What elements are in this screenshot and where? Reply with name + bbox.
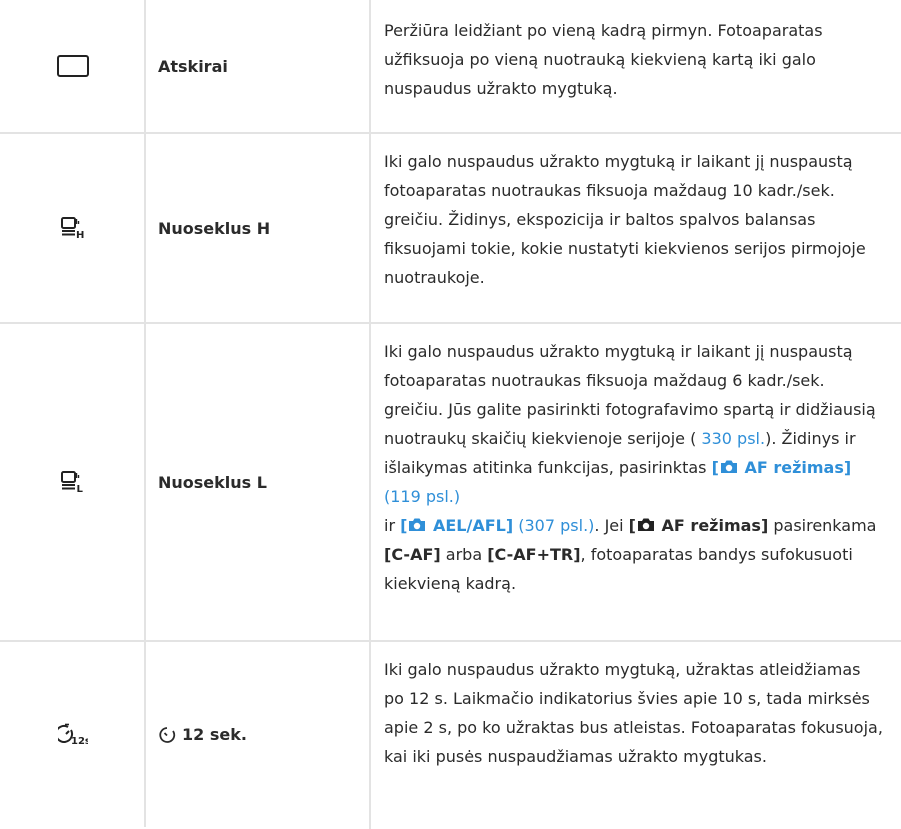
- mode-name-text: 12 sek.: [182, 725, 247, 744]
- mode-name: Atskirai: [158, 56, 228, 76]
- ael-afl-ref[interactable]: [ AEL/AFL]: [400, 516, 513, 535]
- mode-description: Iki galo nuspaudus užrakto mygtuką ir la…: [384, 147, 884, 292]
- single-frame-icon: [0, 0, 145, 132]
- page-link[interactable]: (307 psl.): [513, 516, 594, 535]
- af-mode-ref[interactable]: [ AF režimas]: [712, 458, 852, 477]
- table-row: L Nuoseklus L Iki galo nuspaudus užrakto…: [0, 322, 901, 640]
- option-caf: [C-AF]: [384, 545, 441, 564]
- svg-text:L: L: [76, 484, 83, 493]
- mode-name: Nuoseklus L: [158, 472, 267, 492]
- mode-name: 12 sek.: [158, 642, 247, 827]
- page-link[interactable]: (119 psl.): [384, 487, 460, 506]
- timer-icon: [159, 726, 176, 743]
- description-text: Peržiūra leidžiant po vieną kadrą pirmyn…: [384, 21, 823, 98]
- description-text: Iki galo nuspaudus užrakto mygtuką, užra…: [384, 660, 883, 766]
- mode-description: Iki galo nuspaudus užrakto mygtuką, užra…: [384, 655, 884, 771]
- sequential-l-icon: L: [0, 324, 145, 640]
- svg-text:H: H: [76, 230, 84, 239]
- option-caf-tr: [C-AF+TR]: [487, 545, 581, 564]
- camera-icon: [637, 518, 654, 531]
- mode-description: Iki galo nuspaudus užrakto mygtuką ir la…: [384, 337, 884, 598]
- mode-description: Peržiūra leidžiant po vieną kadrą pirmyn…: [384, 16, 884, 103]
- table-row: H Nuoseklus H Iki galo nuspaudus užrakto…: [0, 132, 901, 322]
- svg-text:12s: 12s: [71, 736, 88, 747]
- camera-icon: [720, 460, 737, 473]
- drive-mode-table: Atskirai Peržiūra leidžiant po vieną kad…: [0, 0, 901, 829]
- description-text: Iki galo nuspaudus užrakto mygtuką ir la…: [384, 342, 877, 593]
- page-link[interactable]: 330 psl.: [696, 429, 765, 448]
- table-row: Atskirai Peržiūra leidžiant po vieną kad…: [0, 0, 901, 132]
- self-timer-12s-icon: 12s: [0, 642, 145, 827]
- table-row: 12s 12 sek. Iki galo nuspaudus užrakto m…: [0, 640, 901, 827]
- camera-icon: [409, 518, 426, 531]
- af-mode-ref-plain: [ AF režimas]: [628, 516, 769, 535]
- mode-name: Nuoseklus H: [158, 218, 271, 238]
- sequential-h-icon: H: [0, 134, 145, 322]
- description-text: Iki galo nuspaudus užrakto mygtuką ir la…: [384, 152, 866, 287]
